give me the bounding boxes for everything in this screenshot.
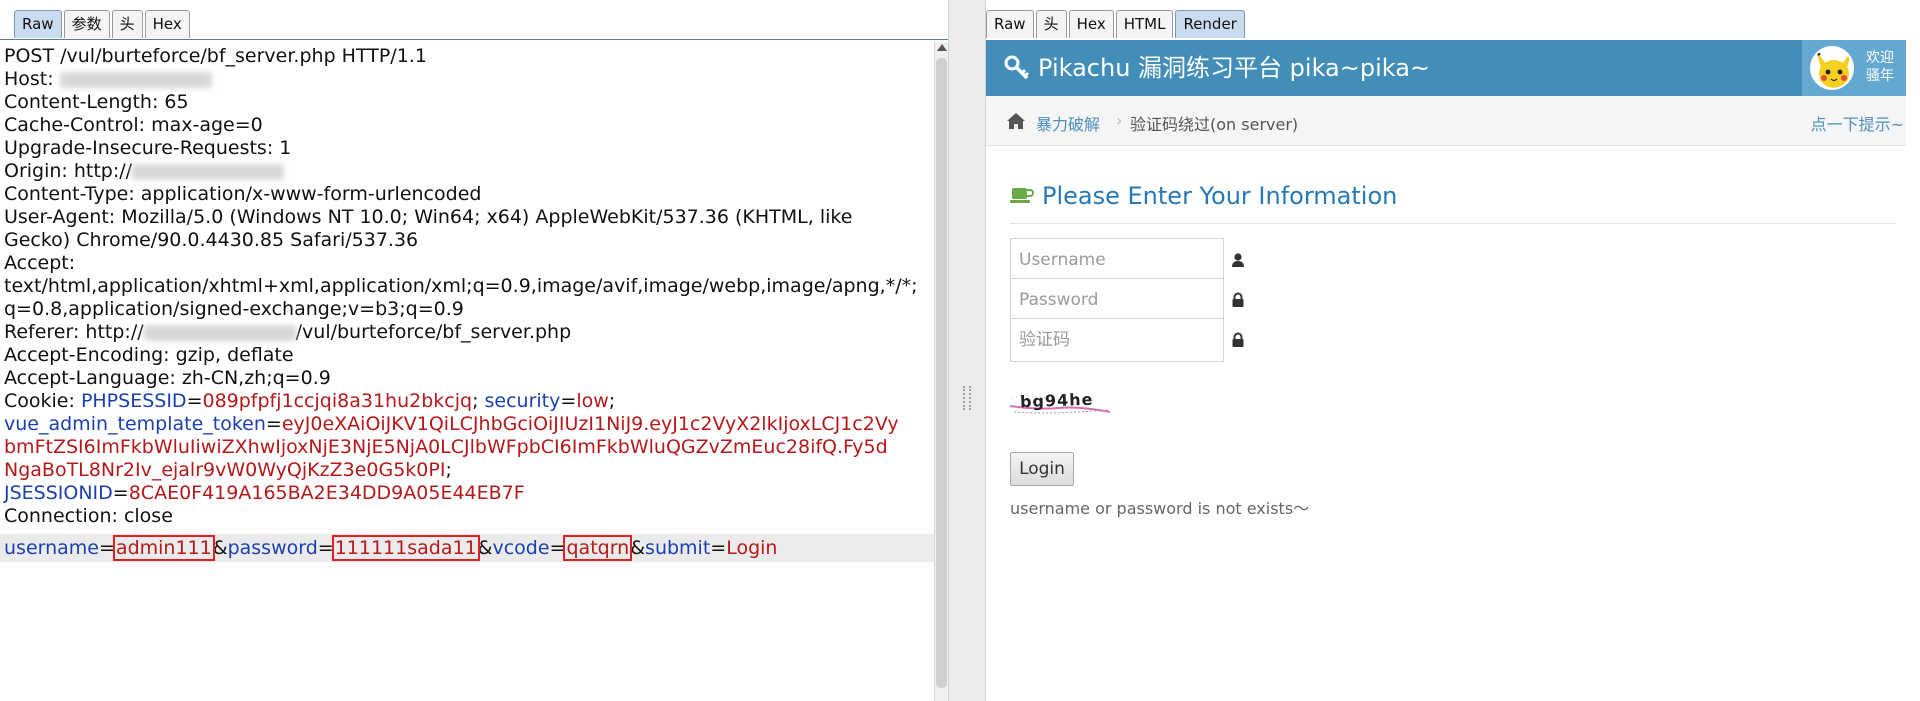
body-key: submit	[645, 537, 711, 559]
tab-hex[interactable]: Hex	[1068, 10, 1114, 38]
vcode-field[interactable]	[1010, 318, 1224, 362]
cookie-key: security	[484, 390, 561, 412]
body-key: vcode	[492, 537, 550, 559]
splitter-grip-icon[interactable]	[963, 386, 971, 410]
top-navbar: Pikachu 漏洞练习平台 pika~pika~ 欢迎骚年	[986, 40, 1920, 96]
cookie-key: JSESSIONID	[4, 482, 113, 504]
request-editor-pane: Raw 参数 头 Hex POST /vul/burteforce/bf_ser…	[0, 0, 948, 701]
cookie-value: bmFtZSI6ImFkbWluIiwiZXhwIjoxNjE3NjE5NjA0…	[4, 436, 888, 458]
rendered-page: Pikachu 漏洞练习平台 pika~pika~ 欢迎骚年 暴力破解 › 验证…	[986, 40, 1920, 701]
status-message: username or password is not exists～	[1010, 499, 1310, 518]
brand[interactable]: Pikachu 漏洞练习平台 pika~pika~	[1004, 40, 1430, 96]
tab-render[interactable]: Render	[1175, 10, 1245, 38]
cookie-key: vue_admin_template_token	[4, 413, 266, 435]
response-scrollbar[interactable]	[1906, 40, 1920, 701]
origin-label: Origin: http://	[4, 160, 133, 182]
user-icon	[1232, 253, 1244, 267]
cookie-value: 089pfpfj1ccjqi8a31hu2bkcjq	[202, 390, 473, 412]
password-value-highlight: 111111sada11	[331, 535, 480, 561]
host-label: Host:	[4, 68, 60, 90]
body-value: Login	[726, 537, 778, 559]
cookie-label: Cookie:	[4, 390, 81, 412]
connection-header: Connection: close	[4, 505, 173, 527]
tab-raw[interactable]: Raw	[986, 10, 1034, 38]
body-key: username	[4, 537, 99, 559]
page-title: Please Enter Your Information	[1010, 182, 1896, 224]
brand-title: Pikachu 漏洞练习平台 pika~pika~	[1038, 54, 1431, 82]
login-button[interactable]: Login	[1010, 452, 1074, 486]
cookie-value: eyJ0eXAiOiJKV1QiLCJhbGciOiJIUzI1NiJ9.eyJ…	[281, 413, 899, 435]
captcha-text: bg94he	[1019, 389, 1094, 412]
pikachu-avatar	[1810, 46, 1854, 90]
scroll-up-arrow-icon[interactable]	[937, 44, 947, 51]
referer-path: /vul/burteforce/bf_server.php	[295, 321, 572, 343]
tab-params[interactable]: 参数	[63, 10, 110, 38]
cookie-key: PHPSESSID	[80, 390, 187, 412]
captcha-image[interactable]: bg94he	[1008, 388, 1112, 418]
tab-hex[interactable]: Hex	[144, 10, 190, 38]
vcode-value-highlight: qatqrn	[563, 535, 633, 561]
tab-raw[interactable]: Raw	[14, 10, 62, 38]
user-menu[interactable]: 欢迎骚年	[1802, 40, 1920, 96]
response-pane: Raw 头 Hex HTML Render Pikachu 漏洞练习平台 pik…	[986, 0, 1920, 701]
request-text-area[interactable]: POST /vul/burteforce/bf_server.php HTTP/…	[0, 42, 934, 701]
response-tab-bar: Raw 头 Hex HTML Render	[986, 0, 1920, 40]
tab-headers[interactable]: 头	[1035, 10, 1067, 38]
breadcrumb-link[interactable]: 暴力破解	[1036, 111, 1100, 135]
redacted-referer-host	[143, 324, 296, 341]
breadcrumb-current: 验证码绕过(on server)	[1130, 115, 1299, 134]
breadcrumb-separator-icon: ›	[1116, 111, 1123, 130]
lock-icon	[1232, 332, 1244, 347]
key-icon	[1004, 55, 1030, 80]
request-body-line: username=admin111&password=111111sada11&…	[0, 534, 934, 562]
referer-label: Referer: http://	[4, 321, 144, 343]
coffee-icon	[1010, 188, 1034, 203]
tab-html[interactable]: HTML	[1115, 10, 1174, 38]
cookie-value: low	[576, 390, 609, 412]
request-scrollbar[interactable]	[934, 42, 948, 701]
cookie-value: 8CAE0F419A165BA2E34DD9A05E44EB7F	[128, 482, 525, 504]
scroll-thumb[interactable]	[936, 58, 947, 688]
password-field[interactable]	[1010, 278, 1224, 322]
hint-link[interactable]: 点一下提示~	[1811, 111, 1904, 135]
body-key: password	[227, 537, 318, 559]
pane-splitter[interactable]	[948, 0, 986, 701]
username-value-highlight: admin111	[112, 535, 215, 561]
redacted-host	[59, 71, 212, 88]
username-field[interactable]	[1010, 238, 1224, 282]
redacted-origin	[132, 163, 285, 180]
tab-headers[interactable]: 头	[111, 10, 143, 38]
request-tab-bar: Raw 参数 头 Hex	[0, 0, 948, 40]
user-greeting: 欢迎骚年	[1866, 50, 1894, 84]
cookie-value: NgaBoTL8Nr2Iv_ejalr9vW0WyQjKzZ3e0G5k0PI	[4, 459, 446, 481]
home-icon[interactable]	[1006, 112, 1026, 130]
lock-icon	[1232, 292, 1244, 307]
breadcrumb: 暴力破解 › 验证码绕过(on server) 点一下提示~	[986, 96, 1920, 146]
page-title-text: Please Enter Your Information	[1042, 182, 1398, 210]
